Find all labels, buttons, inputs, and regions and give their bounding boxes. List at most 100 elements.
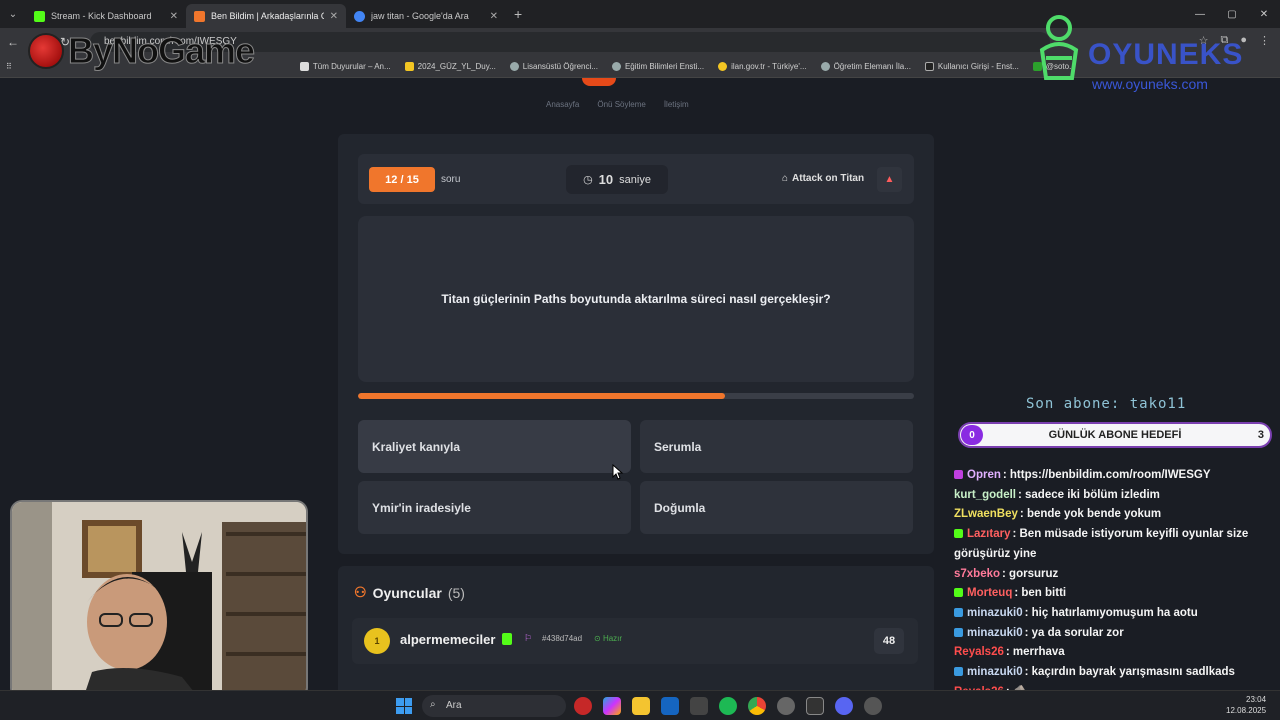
- chat-username[interactable]: kurt_godell: [954, 489, 1016, 501]
- chat-username[interactable]: s7xbeko: [954, 568, 1000, 580]
- bookmark-item[interactable]: Lisansüstü Öğrenci...: [509, 62, 598, 71]
- chat-message: Morteuq: ben bitti: [954, 584, 1274, 604]
- answer-option-3[interactable]: Ymir'in iradesiyle: [358, 481, 631, 534]
- kick-icon: [34, 10, 45, 22]
- taskbar-search[interactable]: ⌕ Ara: [422, 695, 566, 717]
- clock-time: 23:04: [1246, 695, 1267, 704]
- host-icon: ⚐: [524, 633, 533, 643]
- question-text: Titan güçlerinin Paths boyutunda aktarıl…: [358, 216, 914, 382]
- answer-option-2[interactable]: Serumla: [640, 420, 913, 473]
- bookmark-item[interactable]: Öğretim Elemanı İla...: [820, 62, 911, 71]
- chat-text: : merrhava: [1005, 646, 1065, 659]
- chat-message: Reyals26: merrhava: [954, 643, 1274, 663]
- chat-username[interactable]: minazuki0: [967, 666, 1023, 678]
- chat-text: : ben bitti: [1014, 587, 1067, 600]
- search-placeholder: Ara: [446, 700, 462, 711]
- app-icon[interactable]: [574, 697, 592, 715]
- bookmark-item[interactable]: Eğitim Bilimleri Ensti...: [611, 62, 704, 71]
- oyuneks-logo: OYUNEKS www.oyuneks.com: [1034, 14, 1254, 94]
- chat-badge-icon: [954, 627, 963, 637]
- chat-username[interactable]: Opren: [967, 469, 1001, 481]
- timer-unit: saniye: [619, 173, 651, 186]
- report-button[interactable]: ▲: [877, 167, 902, 192]
- nav-contact[interactable]: İletişim: [664, 100, 689, 109]
- new-tab-button[interactable]: +: [506, 6, 530, 22]
- epic-icon[interactable]: [806, 697, 824, 715]
- store-icon[interactable]: [690, 697, 708, 715]
- tab-google-search[interactable]: jaw titan - Google'da Ara ✕: [346, 4, 506, 28]
- oyuneks-wordmark: OYUNEKS: [1088, 38, 1244, 71]
- chat-text: : hiç hatırlamıyomuşum ha aotu: [1024, 606, 1198, 619]
- warning-icon: ▲: [884, 174, 895, 185]
- chat-message: minazuki0: kaçırdın bayrak yarışmasını s…: [954, 663, 1274, 683]
- kick-icon: [502, 633, 512, 645]
- answer-option-4[interactable]: Doğumla: [640, 481, 913, 534]
- timer-value: 10: [598, 172, 614, 187]
- chrome-icon[interactable]: [748, 697, 766, 715]
- players-heading: ⚇ Oyuncular (5): [354, 584, 465, 601]
- question-word: soru: [441, 174, 461, 185]
- chat-username[interactable]: Lazıtary: [967, 528, 1010, 540]
- windows-start-icon[interactable]: [396, 698, 412, 714]
- bynogame-wordmark: ByNoGame: [67, 30, 255, 72]
- chat-username[interactable]: Reyals26: [954, 646, 1004, 658]
- sub-goal-bar: 0 GÜNLÜK ABONE HEDEFİ 3: [958, 422, 1272, 448]
- time-progress-bar: [358, 393, 914, 399]
- goal-target: 3: [1257, 429, 1264, 441]
- back-icon[interactable]: ←: [0, 35, 26, 49]
- tab-label: Stream - Kick Dashboard: [51, 11, 152, 21]
- players-count: (5): [447, 584, 465, 601]
- system-clock: 23:04 12.08.2025: [1226, 694, 1266, 716]
- tab-kick-dashboard[interactable]: Stream - Kick Dashboard ✕: [26, 4, 186, 28]
- answer-option-1[interactable]: Kraliyet kanıyla: [358, 420, 631, 473]
- bookmark-item[interactable]: 2024_GÜZ_YL_Duy...: [404, 62, 496, 71]
- question-header: 12 / 15 soru ◷ 10 saniye ⌂ Attack on Tit…: [358, 154, 914, 204]
- bookmark-item[interactable]: ilan.gov.tr - Türkiye'...: [718, 62, 807, 71]
- bookmark-item[interactable]: Tüm Duyurular – An...: [299, 62, 391, 71]
- site-logo[interactable]: [582, 78, 616, 86]
- spotify-icon[interactable]: [719, 697, 737, 715]
- player-status-text: Hazır: [602, 634, 623, 643]
- chat-message: minazuki0: ya da sorular zor: [954, 624, 1274, 644]
- chat-badge-icon: [954, 470, 963, 479]
- outlook-icon[interactable]: [661, 697, 679, 715]
- chat-username[interactable]: Morteuq: [967, 587, 1012, 599]
- players-panel: ⚇ Oyuncular (5) 1 alpermemeciler ⚐ #438d…: [338, 566, 934, 696]
- chat-text: : ya da sorular zor: [1024, 626, 1124, 639]
- timer: ◷ 10 saniye: [566, 165, 668, 194]
- player-score: 48: [874, 628, 904, 654]
- close-icon[interactable]: ✕: [330, 11, 338, 22]
- tab-search-icon[interactable]: ⌄: [0, 0, 26, 28]
- app-icon[interactable]: [777, 697, 795, 715]
- clock-icon: ◷: [583, 174, 593, 186]
- category-label: ⌂ Attack on Titan: [782, 173, 864, 184]
- player-row: 1 alpermemeciler ⚐ #438d74ad ⊙ Hazır 48: [352, 618, 918, 664]
- chat-username[interactable]: minazuki0: [967, 627, 1023, 639]
- player-name: alpermemeciler: [400, 632, 496, 647]
- app-icon[interactable]: [864, 697, 882, 715]
- close-icon[interactable]: ✕: [170, 11, 178, 22]
- copilot-icon[interactable]: [603, 697, 621, 715]
- oyuneks-site: www.oyuneks.com: [1092, 76, 1208, 92]
- category-text: Attack on Titan: [792, 173, 865, 184]
- chat-badge-icon: [954, 607, 963, 617]
- chat-text: : https://benbildim.com/room/IWESGY: [1002, 469, 1211, 481]
- tab-ben-bildim[interactable]: Ben Bildim | Arkadaşlarınla Onl ✕: [186, 4, 346, 28]
- chat-message: ZLwaenBey: bende yok bende yokum: [954, 505, 1274, 525]
- menu-icon[interactable]: ⋮: [1259, 34, 1270, 47]
- time-progress-fill: [358, 393, 725, 399]
- nav-home[interactable]: Anasayfa: [546, 100, 579, 109]
- bookmark-item[interactable]: Kullanıcı Girişi - Enst...: [924, 62, 1019, 71]
- site-nav: Anasayfa Önü Söyleme İletişim: [546, 100, 689, 109]
- tab-label: Ben Bildim | Arkadaşlarınla Onl: [211, 11, 324, 21]
- apps-icon[interactable]: ⠿: [6, 62, 12, 71]
- discord-icon[interactable]: [835, 697, 853, 715]
- chat-username[interactable]: minazuki0: [967, 607, 1023, 619]
- chat-username[interactable]: ZLwaenBey: [954, 508, 1018, 520]
- search-icon: ⌕: [430, 699, 436, 710]
- game-panel: 12 / 15 soru ◷ 10 saniye ⌂ Attack on Tit…: [338, 134, 934, 554]
- folder-icon[interactable]: [632, 697, 650, 715]
- close-icon[interactable]: ✕: [490, 11, 498, 22]
- nav-suggest[interactable]: Önü Söyleme: [597, 100, 645, 109]
- chat-badge-icon: [954, 529, 963, 539]
